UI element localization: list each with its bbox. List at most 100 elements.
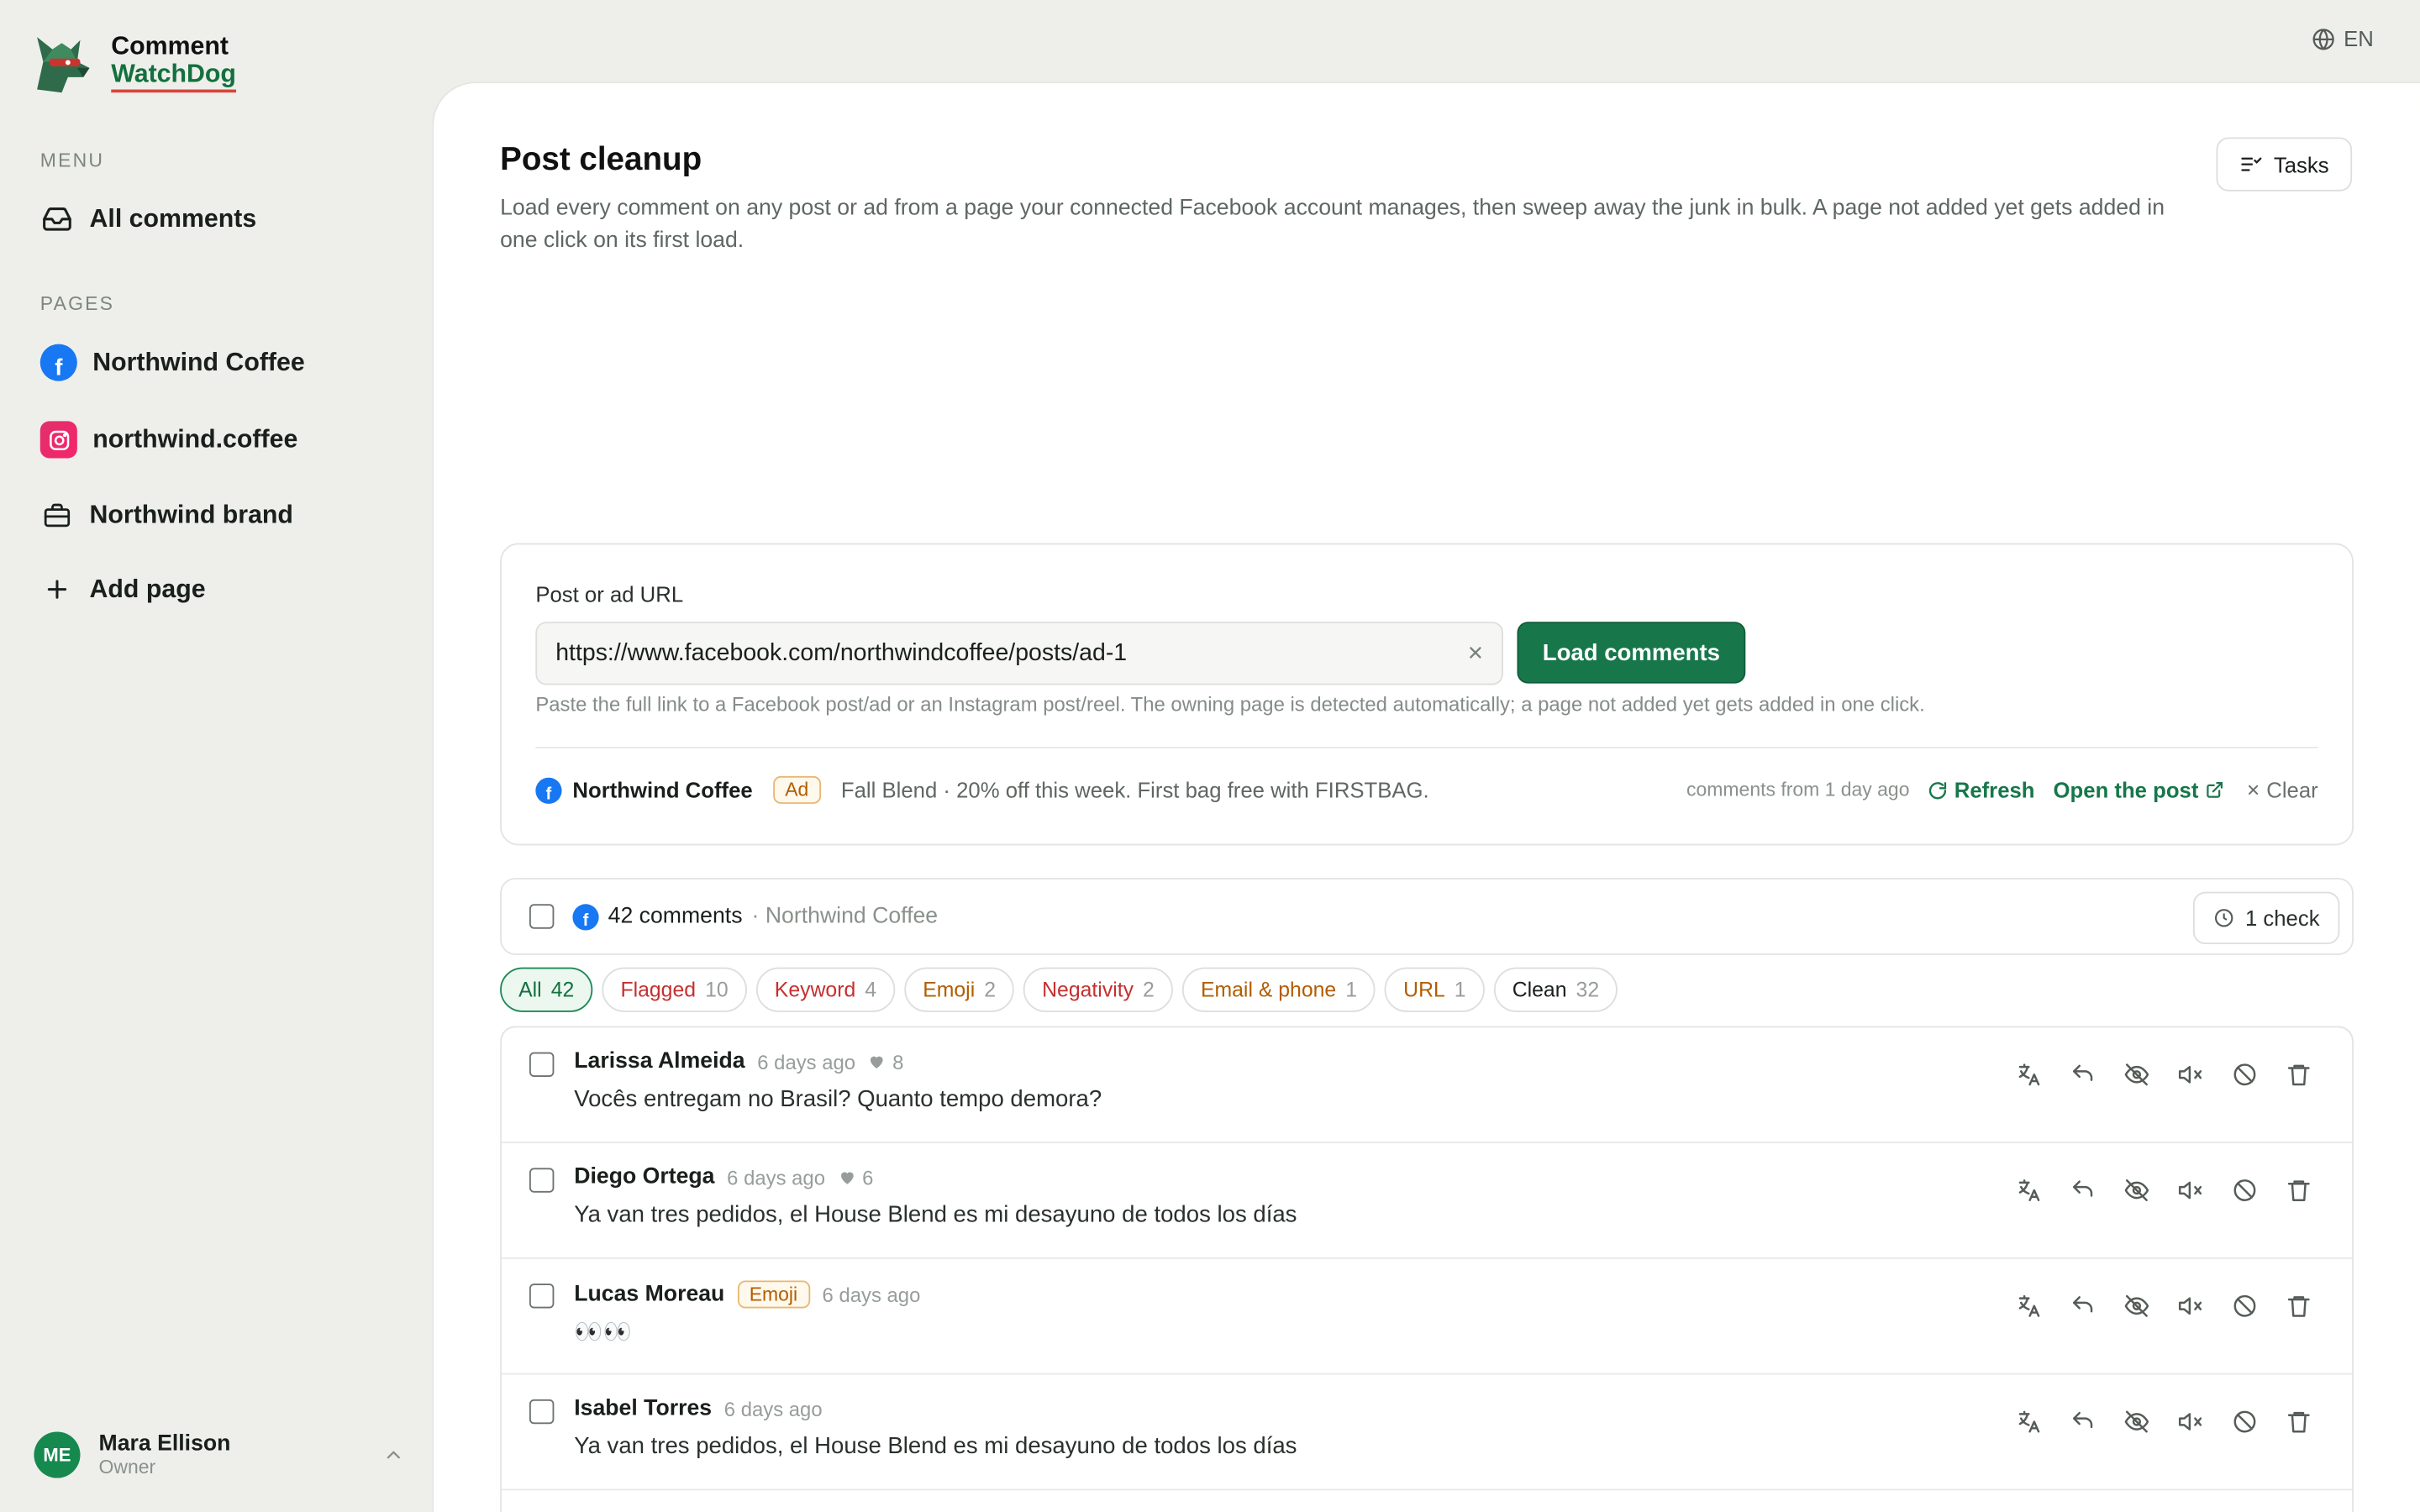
trash-button[interactable] [2282,1289,2315,1322]
filter-chip-emoji[interactable]: Emoji 2 [904,967,1015,1012]
filter-chip-label: Clean [1512,978,1567,1002]
add-page-label: Add page [89,575,206,603]
comment-checkbox[interactable] [529,1399,555,1425]
trash-button[interactable] [2282,1405,2315,1438]
filter-chip-label: Email & phone [1200,978,1337,1002]
page-title: Post cleanup [500,141,702,178]
ban-button[interactable] [2228,1174,2261,1207]
filter-chip-flagged[interactable]: Flagged 10 [602,967,747,1012]
hide-button[interactable] [2121,1174,2154,1207]
hide-button[interactable] [2121,1405,2154,1438]
url-input[interactable] [535,622,1503,685]
language-switcher[interactable]: EN [2312,26,2374,51]
filter-chip-keyword[interactable]: Keyword 4 [755,967,896,1012]
trash-button[interactable] [2282,1174,2315,1207]
comment-author: Isabel Torres [574,1396,713,1421]
clear-post-button[interactable]: Clear [2245,778,2318,802]
user-menu[interactable]: ME Mara Ellison Owner [34,1431,404,1478]
inbox-icon [40,202,74,236]
trash-button[interactable] [2282,1058,2315,1091]
clear-url-icon[interactable] [1459,636,1492,669]
filter-chip-label: Negativity [1042,978,1134,1002]
ban-button[interactable] [2228,1289,2261,1322]
comment-actions [2012,1289,2315,1322]
filter-chip-clean[interactable]: Clean 32 [1493,967,1618,1012]
facebook-icon: f [572,903,599,930]
close-icon [2248,785,2258,795]
select-all-checkbox[interactable] [529,904,555,929]
refresh-label: Refresh [1954,777,2035,803]
reply-button[interactable] [2066,1405,2099,1438]
translate-button[interactable] [2012,1058,2045,1091]
hide-button[interactable] [2121,1058,2154,1091]
check-history-button[interactable]: 1 check [2192,891,2340,945]
translate-button[interactable] [2012,1405,2045,1438]
comment-checkbox[interactable] [529,1168,555,1193]
translate-button[interactable] [2012,1174,2045,1207]
comment-text: Ya van tres pedidos, el House Blend es m… [574,1433,1297,1460]
ban-icon [2233,1063,2256,1086]
watchdog-logo-icon [37,37,90,93]
translate-icon [2018,1410,2040,1433]
comment-checkbox[interactable] [529,1052,555,1078]
filter-chip-url[interactable]: URL 1 [1385,967,1485,1012]
reply-button[interactable] [2066,1058,2099,1091]
chevron-up-icon [383,1444,405,1466]
load-comments-button[interactable]: Load comments [1517,622,1746,684]
clock-icon [2214,909,2233,927]
mute-button[interactable] [2175,1058,2207,1091]
trash-icon [2287,1296,2310,1317]
add-page-button[interactable]: Add page [40,572,206,606]
sidebar-item-label: northwind.coffee [92,425,298,454]
filter-chip-count: 10 [705,978,729,1002]
mute-button[interactable] [2175,1405,2207,1438]
comment-checkbox[interactable] [529,1284,555,1309]
hide-icon [2124,1294,2149,1317]
sidebar-item-northwind-instagram[interactable]: northwind.coffee [39,421,298,459]
ban-button[interactable] [2228,1058,2261,1091]
filter-chip-label: All [518,978,542,1002]
mute-icon [2178,1413,2202,1431]
open-post-label: Open the post [2053,777,2199,803]
mute-button[interactable] [2175,1174,2207,1207]
reply-button[interactable] [2066,1289,2099,1322]
comment-header: Lucas Moreau Emoji 6 days ago [574,1280,920,1309]
brand[interactable]: Comment WatchDog [28,28,236,96]
avatar: ME [34,1431,81,1478]
url-card: Post or ad URL Load comments Paste the f… [500,543,2354,846]
filter-chip-email-phone[interactable]: Email & phone 1 [1181,967,1376,1012]
translate-button[interactable] [2012,1289,2045,1322]
url-help-text: Paste the full link to a Facebook post/a… [535,692,1925,717]
filter-chip-all[interactable]: All 42 [500,967,593,1012]
ad-badge: Ad [772,775,822,804]
page-description: Load every comment on any post or ad fro… [500,196,2165,254]
comment-like-count: 6 [862,1165,874,1189]
open-post-link[interactable]: Open the post [2054,778,2223,802]
comment-actions [2012,1405,2315,1438]
ban-icon [2233,1179,2256,1201]
language-label: EN [2344,26,2374,51]
sidebar-item-all-comments[interactable]: All comments [40,202,256,236]
comment-like-count: 8 [892,1049,904,1074]
mute-button[interactable] [2175,1289,2207,1322]
menu-section-label: MENU [39,150,105,171]
translate-icon [2018,1179,2040,1201]
sidebar-item-northwind-coffee[interactable]: f Northwind Coffee [39,344,305,381]
main-panel: Post cleanup Load every comment on any p… [432,81,2420,1512]
post-load-time: comments from 1 day ago [1686,779,1910,801]
reply-icon [2072,1296,2093,1313]
ban-icon [2233,1410,2256,1433]
comment-time: 6 days ago [727,1165,826,1189]
hide-button[interactable] [2121,1289,2154,1322]
facebook-icon: f [535,776,562,804]
external-link-icon [2206,782,2223,798]
tasks-button[interactable]: Tasks [2216,137,2353,192]
sidebar-item-northwind-brand[interactable]: Northwind brand [40,498,293,532]
comment-text: Vocês entregam no Brasil? Quanto tempo d… [574,1086,1102,1113]
reply-button[interactable] [2066,1174,2099,1207]
refresh-button[interactable]: Refresh [1928,778,2035,802]
ban-button[interactable] [2228,1405,2261,1438]
filter-chip-negativity[interactable]: Negativity 2 [1023,967,1173,1012]
filter-chip-label: Emoji [923,978,976,1002]
divider [535,746,2318,748]
